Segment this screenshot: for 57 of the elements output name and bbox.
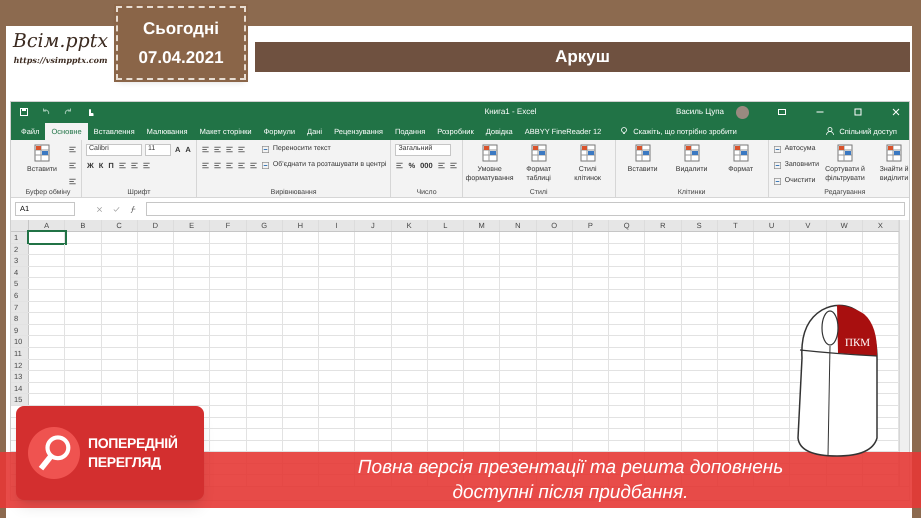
window-title: Книга1 - Excel bbox=[484, 106, 536, 118]
command-icon bbox=[772, 161, 782, 170]
lines-icon[interactable] bbox=[68, 161, 77, 170]
selected-cell[interactable] bbox=[29, 232, 66, 243]
user-name: Василь Цупа bbox=[676, 106, 724, 118]
person-icon bbox=[825, 126, 836, 136]
lines-icon[interactable] bbox=[68, 145, 77, 154]
lines-icon[interactable] bbox=[436, 161, 446, 170]
lines-icon[interactable] bbox=[200, 145, 210, 154]
slide-title: Аркуш bbox=[255, 42, 910, 72]
grid-icon bbox=[578, 143, 598, 163]
cancel-icon[interactable] bbox=[95, 204, 104, 214]
grid-icon bbox=[480, 143, 500, 163]
lines-icon[interactable] bbox=[130, 161, 139, 170]
grid-icon bbox=[835, 143, 856, 163]
lines-icon[interactable] bbox=[395, 161, 404, 170]
grid-icon bbox=[730, 143, 751, 163]
lines-icon[interactable] bbox=[68, 177, 77, 186]
magnifier-icon bbox=[28, 427, 80, 479]
maximize-icon[interactable] bbox=[853, 107, 863, 117]
lines-icon[interactable] bbox=[236, 145, 246, 154]
lines-icon[interactable] bbox=[224, 161, 234, 170]
lines-icon[interactable] bbox=[448, 161, 458, 170]
ribbon-display-icon[interactable] bbox=[777, 107, 787, 117]
mouse-button-label: ПКМ bbox=[845, 336, 870, 351]
command-icon bbox=[772, 145, 782, 154]
logo-title: Всім.pptx bbox=[12, 30, 108, 54]
lines-icon[interactable] bbox=[224, 145, 234, 154]
redo-icon[interactable] bbox=[63, 107, 73, 117]
lines-icon[interactable] bbox=[212, 145, 222, 154]
command-icon bbox=[772, 177, 782, 186]
lines-icon[interactable] bbox=[142, 161, 151, 170]
grid-icon bbox=[32, 143, 52, 163]
undo-icon[interactable] bbox=[41, 107, 51, 117]
lines-icon[interactable] bbox=[248, 161, 258, 170]
lightbulb-icon bbox=[619, 126, 630, 136]
lines-icon[interactable] bbox=[236, 161, 246, 170]
preview-notice: Повна версія презентації та решта доповнень доступні після придбання. bbox=[356, 456, 784, 505]
lines-icon[interactable] bbox=[212, 161, 222, 170]
lines-icon[interactable] bbox=[200, 161, 210, 170]
grid-icon bbox=[682, 143, 702, 163]
grid-icon bbox=[528, 143, 549, 163]
logo-url: https://vsimpptx.com bbox=[14, 54, 108, 66]
command-icon bbox=[260, 145, 270, 154]
check-icon[interactable] bbox=[112, 204, 121, 214]
date-label: Сьогодні bbox=[143, 18, 219, 40]
command-icon bbox=[260, 161, 270, 170]
preview-label: ПОПЕРЕДНІЙ ПЕРЕГЛЯД bbox=[88, 434, 179, 472]
avatar bbox=[736, 106, 749, 118]
function-icon[interactable] bbox=[129, 204, 138, 214]
grid-icon bbox=[884, 143, 904, 163]
date-value: 07.04.2021 bbox=[138, 47, 224, 69]
save-icon[interactable] bbox=[19, 107, 29, 117]
close-icon[interactable] bbox=[891, 107, 901, 117]
lines-icon[interactable] bbox=[118, 161, 127, 170]
formula-field[interactable] bbox=[146, 202, 905, 216]
grid-icon bbox=[632, 143, 653, 163]
